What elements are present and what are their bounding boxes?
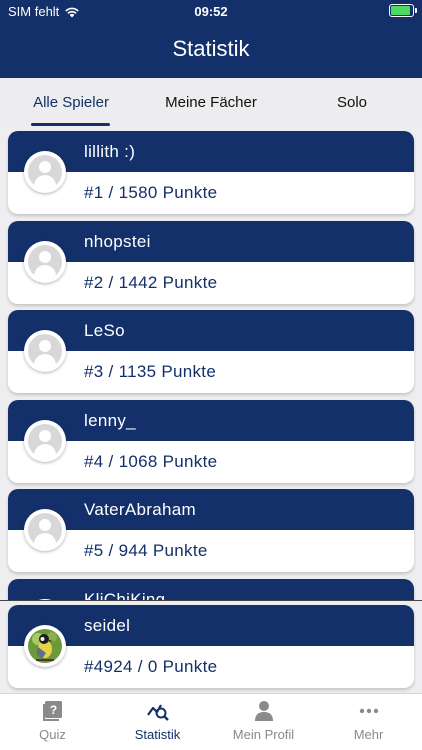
- player-card[interactable]: VaterAbraham #5 / 944 Punkte: [8, 489, 414, 572]
- player-card[interactable]: KliChiKing: [8, 579, 414, 600]
- player-name: lenny_: [84, 411, 136, 430]
- own-player-rank: #4924 / 0 Punkte: [84, 657, 218, 676]
- tabbar-item-quiz[interactable]: ? Quiz: [0, 694, 105, 750]
- divider: [0, 600, 422, 601]
- avatar: [24, 241, 66, 283]
- player-card[interactable]: lillith :) #1 / 1580 Punkte: [8, 131, 414, 214]
- battery-icon: [389, 4, 417, 17]
- more-dots-icon: [359, 708, 379, 714]
- player-name: LeSo: [84, 321, 125, 340]
- bird-avatar: [24, 625, 66, 667]
- player-rank: #5 / 944 Punkte: [84, 541, 208, 560]
- tab-meine-faecher[interactable]: Meine Fächer: [150, 78, 272, 126]
- player-card[interactable]: lenny_ #4 / 1068 Punkte: [8, 400, 414, 483]
- question-book-icon: ?: [43, 701, 62, 721]
- segment-tabs: Alle Spieler Meine Fächer Solo: [0, 78, 422, 126]
- status-bar: SIM fehlt 09:52: [0, 0, 422, 22]
- avatar: [24, 509, 66, 551]
- player-rank: #4 / 1068 Punkte: [84, 452, 218, 471]
- tabbar-label: Quiz: [39, 727, 66, 742]
- own-player-card[interactable]: seidel #4924 / 0 Punkte: [8, 605, 414, 688]
- bottom-tab-bar: ? Quiz Statistik Mein Profil Mehr: [0, 693, 422, 750]
- navigation-bar: Statistik: [0, 22, 422, 78]
- player-rank: #1 / 1580 Punkte: [84, 183, 218, 202]
- avatar: [24, 151, 66, 193]
- player-name: nhopstei: [84, 232, 151, 251]
- person-icon: [255, 701, 273, 721]
- tab-alle-spieler[interactable]: Alle Spieler: [12, 78, 130, 126]
- tab-solo[interactable]: Solo: [312, 78, 392, 126]
- player-list[interactable]: lillith :) #1 / 1580 Punkte nhopstei #2 …: [0, 126, 422, 600]
- page-title: Statistik: [172, 36, 250, 61]
- tabbar-item-mein-profil[interactable]: Mein Profil: [211, 694, 316, 750]
- tabbar-item-statistik[interactable]: Statistik: [105, 694, 210, 750]
- player-name: VaterAbraham: [84, 500, 196, 519]
- player-name: KliChiKing: [84, 590, 166, 600]
- svg-text:?: ?: [50, 703, 57, 717]
- player-name: lillith :): [84, 142, 136, 161]
- own-player-name: seidel: [84, 616, 131, 635]
- avatar: [24, 420, 66, 462]
- player-rank: #2 / 1442 Punkte: [84, 273, 218, 292]
- tabbar-item-mehr[interactable]: Mehr: [316, 694, 421, 750]
- player-card[interactable]: nhopstei #2 / 1442 Punkte: [8, 221, 414, 304]
- player-card[interactable]: LeSo #3 / 1135 Punkte: [8, 310, 414, 393]
- tabbar-label: Mehr: [353, 727, 384, 742]
- avatar: [24, 330, 66, 372]
- clock: 09:52: [194, 4, 228, 19]
- player-rank: #3 / 1135 Punkte: [84, 362, 217, 381]
- chart-magnifier-icon: [147, 704, 169, 721]
- tabbar-label: Mein Profil: [232, 727, 295, 742]
- tabbar-label: Statistik: [134, 727, 181, 742]
